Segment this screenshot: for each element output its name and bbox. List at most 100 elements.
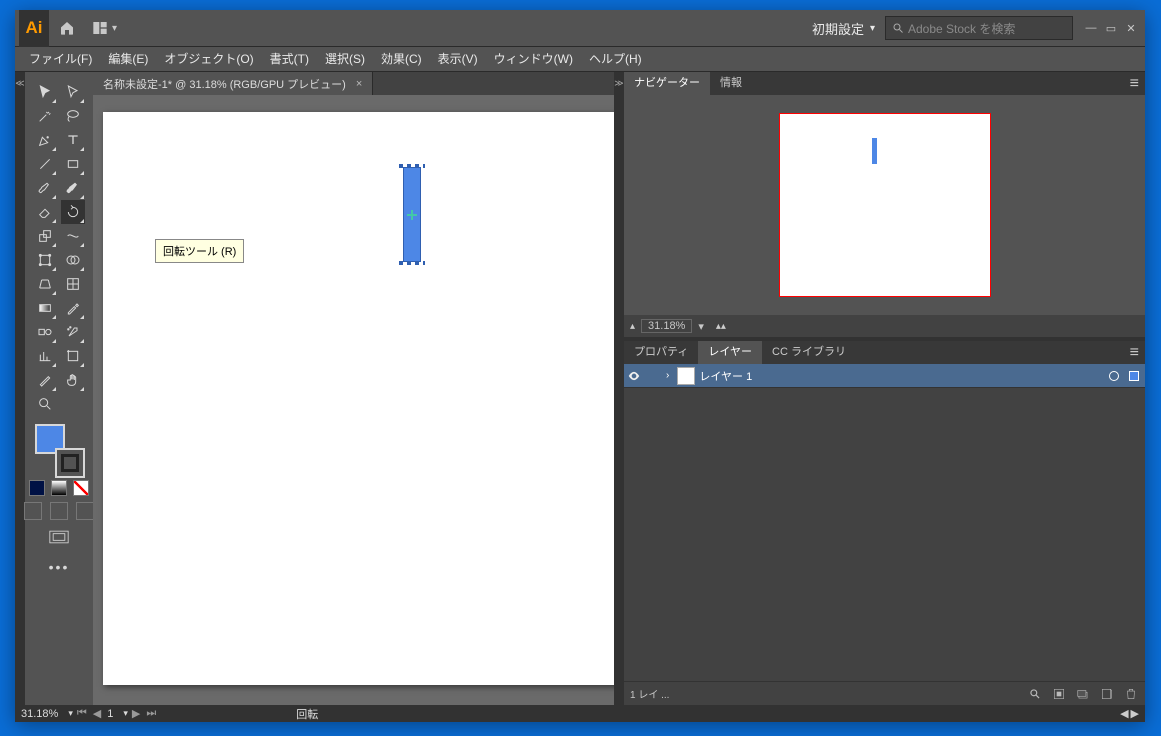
- zoom-chevron-icon[interactable]: ▾: [64, 708, 77, 719]
- clip-mask-icon[interactable]: [1051, 686, 1067, 702]
- next-artboard-icon[interactable]: ▶: [132, 707, 140, 720]
- menu-help[interactable]: ヘルプ(H): [581, 47, 650, 72]
- zoom-out-icon[interactable]: ▴: [630, 321, 635, 332]
- artboard-tool[interactable]: [61, 344, 85, 368]
- selection-indicator[interactable]: [1129, 371, 1139, 381]
- menu-effect[interactable]: 効果(C): [373, 47, 430, 72]
- layer-name: レイヤー 1: [699, 368, 752, 384]
- direct-select-tool[interactable]: [61, 80, 85, 104]
- artboard-number[interactable]: 1: [101, 708, 119, 720]
- menu-file[interactable]: ファイル(F): [21, 47, 100, 72]
- layers-panel-menu-icon[interactable]: ≡: [1124, 344, 1145, 362]
- menu-object[interactable]: オブジェクト(O): [156, 47, 261, 72]
- layers-list: › レイヤー 1: [624, 364, 1145, 681]
- visibility-toggle[interactable]: [624, 369, 644, 383]
- gradient-tool[interactable]: [33, 296, 57, 320]
- canvas[interactable]: [93, 95, 614, 705]
- target-icon[interactable]: [1105, 371, 1123, 381]
- fill-stroke-swatch[interactable]: [31, 424, 87, 480]
- brush-tool[interactable]: [33, 176, 57, 200]
- stroke-swatch[interactable]: [55, 448, 85, 478]
- tab-info[interactable]: 情報: [710, 72, 752, 95]
- menu-edit[interactable]: 編集(E): [100, 47, 156, 72]
- nav-mini-shape: [872, 138, 877, 164]
- scale-tool[interactable]: [33, 224, 57, 248]
- last-artboard-icon[interactable]: ⏭: [146, 707, 156, 720]
- document-tab[interactable]: 名称未設定-1* @ 31.18% (RGB/GPU プレビュー) ×: [93, 72, 373, 95]
- color-mode-solid[interactable]: [29, 480, 45, 496]
- work-area: ≪: [15, 72, 1145, 705]
- eraser-tool[interactable]: [33, 200, 57, 224]
- prev-artboard-icon[interactable]: ◀: [93, 707, 101, 720]
- tab-layers[interactable]: レイヤー: [698, 341, 762, 364]
- type-tool[interactable]: [61, 128, 85, 152]
- selected-rectangle[interactable]: [403, 167, 421, 262]
- right-dock-toggle[interactable]: ≫: [614, 72, 624, 705]
- layer-row[interactable]: › レイヤー 1: [624, 364, 1145, 388]
- tab-navigator[interactable]: ナビゲーター: [624, 72, 710, 95]
- tab-close-icon[interactable]: ×: [356, 78, 362, 90]
- minimize-button[interactable]: —: [1081, 18, 1101, 38]
- draw-inside[interactable]: [76, 502, 94, 520]
- hand-tool[interactable]: [61, 368, 85, 392]
- close-button[interactable]: ✕: [1121, 18, 1141, 38]
- rectangle-tool[interactable]: [61, 152, 85, 176]
- draw-normal[interactable]: [24, 502, 42, 520]
- menu-select[interactable]: 選択(S): [317, 47, 373, 72]
- first-artboard-icon[interactable]: ⏮: [77, 707, 87, 720]
- tab-cclib[interactable]: CC ライブラリ: [762, 341, 856, 364]
- menu-view[interactable]: 表示(V): [430, 47, 486, 72]
- arrange-docs-button[interactable]: ▾: [92, 20, 117, 36]
- status-tool-name: 回転: [296, 706, 318, 722]
- eyedropper-tool[interactable]: [61, 296, 85, 320]
- titlebar: Ai ▾ 初期設定 ▾ Adobe Stock を検索 — ▭ ✕: [15, 10, 1145, 47]
- scroll-left-icon[interactable]: ◀: [1120, 707, 1128, 720]
- locate-object-icon[interactable]: [1027, 686, 1043, 702]
- zoom-in-icon[interactable]: ▴▴: [716, 321, 726, 332]
- panel-menu-icon[interactable]: ≡: [1124, 75, 1145, 93]
- free-transform-tool[interactable]: [33, 248, 57, 272]
- scroll-right-icon[interactable]: ▶: [1131, 707, 1139, 720]
- new-layer-icon[interactable]: [1099, 686, 1115, 702]
- shape-builder-tool[interactable]: [61, 248, 85, 272]
- home-button[interactable]: [49, 10, 84, 47]
- menu-type[interactable]: 書式(T): [262, 47, 317, 72]
- selection-tool[interactable]: [33, 80, 57, 104]
- screen-mode-button[interactable]: [49, 530, 69, 549]
- navigator-preview[interactable]: [624, 95, 1145, 315]
- blob-brush-tool[interactable]: [61, 176, 85, 200]
- artboard[interactable]: [103, 112, 614, 685]
- workspace-label: 初期設定: [812, 19, 864, 38]
- stock-search-input[interactable]: Adobe Stock を検索: [885, 16, 1073, 40]
- navigator-zoom[interactable]: 31.18%: [641, 319, 692, 333]
- document-tab-label: 名称未設定-1* @ 31.18% (RGB/GPU プレビュー): [103, 76, 346, 92]
- maximize-button[interactable]: ▭: [1101, 18, 1121, 38]
- perspective-tool[interactable]: [33, 272, 57, 296]
- new-sublayer-icon[interactable]: [1075, 686, 1091, 702]
- zoom-tool[interactable]: [33, 392, 57, 416]
- draw-behind[interactable]: [50, 502, 68, 520]
- lasso-tool[interactable]: [61, 104, 85, 128]
- slice-tool[interactable]: [33, 368, 57, 392]
- mesh-tool[interactable]: [61, 272, 85, 296]
- tab-properties[interactable]: プロパティ: [624, 341, 698, 364]
- left-dock-toggle[interactable]: ≪: [15, 72, 25, 705]
- blend-tool[interactable]: [33, 320, 57, 344]
- magic-wand-tool[interactable]: [33, 104, 57, 128]
- line-tool[interactable]: [33, 152, 57, 176]
- workspace-switcher[interactable]: 初期設定 ▾: [802, 19, 885, 38]
- menu-window[interactable]: ウィンドウ(W): [486, 47, 581, 72]
- document-region: 名称未設定-1* @ 31.18% (RGB/GPU プレビュー) × 回転ツー…: [93, 72, 614, 705]
- width-tool[interactable]: [61, 224, 85, 248]
- rotate-tool[interactable]: [61, 200, 85, 224]
- pen-tool[interactable]: [33, 128, 57, 152]
- color-mode-gradient[interactable]: [51, 480, 67, 496]
- expand-icon[interactable]: ›: [666, 370, 669, 381]
- status-zoom[interactable]: 31.18%: [15, 708, 64, 720]
- delete-layer-icon[interactable]: [1123, 686, 1139, 702]
- graph-tool[interactable]: [33, 344, 57, 368]
- symbol-spray-tool[interactable]: [61, 320, 85, 344]
- edit-toolbar-button[interactable]: •••: [49, 559, 70, 575]
- rotate-anchor-icon[interactable]: [407, 210, 417, 220]
- color-mode-none[interactable]: [73, 480, 89, 496]
